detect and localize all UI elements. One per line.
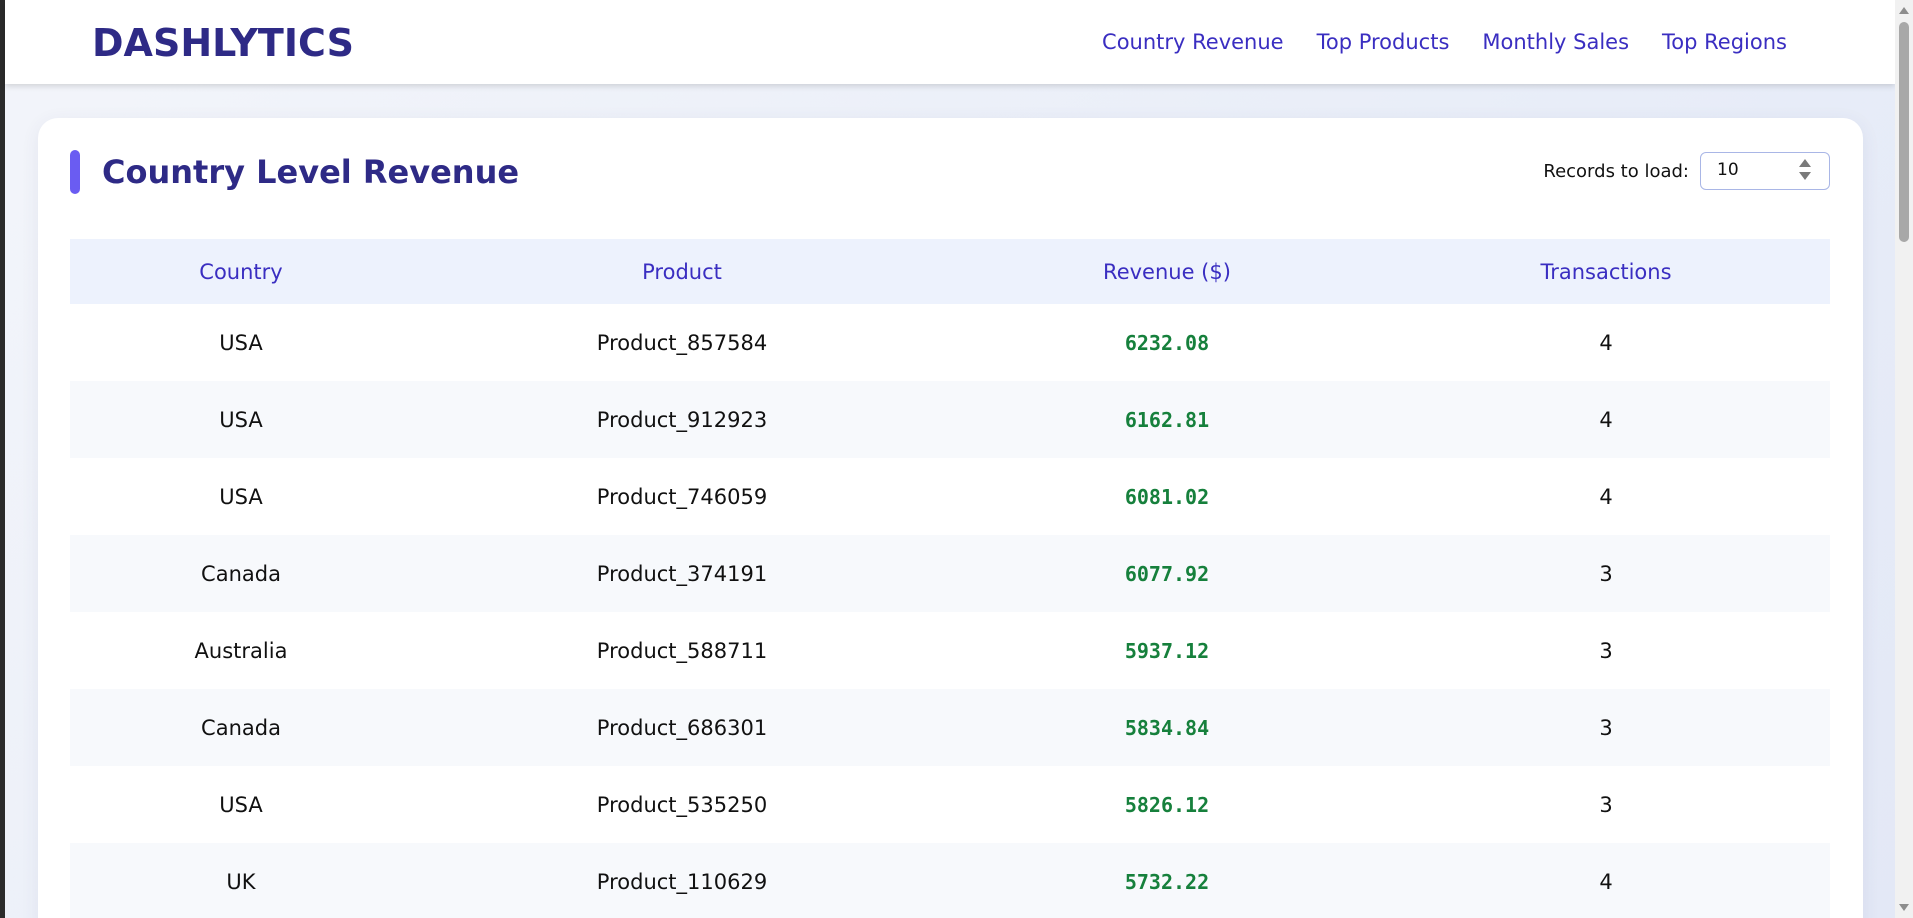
- cell-product: Product_746059: [412, 458, 952, 535]
- cell-product: Product_374191: [412, 535, 952, 612]
- cell-product: Product_686301: [412, 689, 952, 766]
- cell-country: Canada: [70, 535, 412, 612]
- table-row[interactable]: USA Product_857584 6232.08 4: [70, 304, 1830, 381]
- vertical-scrollbar[interactable]: [1895, 0, 1913, 918]
- window-edge: [0, 0, 5, 918]
- table-row[interactable]: UK Product_110629 5732.22 4: [70, 843, 1830, 918]
- cell-revenue: 5834.84: [952, 689, 1382, 766]
- nav-links: Country Revenue Top Products Monthly Sal…: [1102, 28, 1787, 56]
- column-header-product[interactable]: Product: [412, 239, 952, 304]
- cell-country: USA: [70, 766, 412, 843]
- cell-country: USA: [70, 458, 412, 535]
- cell-transactions: 4: [1382, 304, 1830, 381]
- cell-transactions: 4: [1382, 381, 1830, 458]
- column-header-revenue[interactable]: Revenue ($): [952, 239, 1382, 304]
- cell-product: Product_857584: [412, 304, 952, 381]
- table-header-row: Country Product Revenue ($) Transactions: [70, 239, 1830, 304]
- increment-arrow-icon[interactable]: [1799, 159, 1811, 167]
- table-row[interactable]: Australia Product_588711 5937.12 3: [70, 612, 1830, 689]
- cell-country: Australia: [70, 612, 412, 689]
- table-row[interactable]: USA Product_746059 6081.02 4: [70, 458, 1830, 535]
- stepper-controls: [1799, 159, 1811, 180]
- cell-transactions: 3: [1382, 612, 1830, 689]
- scrollbar-thumb[interactable]: [1899, 22, 1909, 242]
- column-header-transactions[interactable]: Transactions: [1382, 239, 1830, 304]
- brand-logo[interactable]: DASHLYTICS: [92, 20, 354, 66]
- nav-link-country-revenue[interactable]: Country Revenue: [1102, 28, 1284, 56]
- records-label: Records to load:: [1543, 160, 1689, 182]
- table-row[interactable]: Canada Product_686301 5834.84 3: [70, 689, 1830, 766]
- cell-transactions: 3: [1382, 689, 1830, 766]
- title-accent-bar: [70, 150, 80, 194]
- cell-revenue: 6077.92: [952, 535, 1382, 612]
- scroll-down-arrow-icon[interactable]: [1899, 904, 1909, 911]
- cell-revenue: 5826.12: [952, 766, 1382, 843]
- cell-transactions: 3: [1382, 535, 1830, 612]
- nav-link-monthly-sales[interactable]: Monthly Sales: [1482, 28, 1629, 56]
- cell-revenue: 6162.81: [952, 381, 1382, 458]
- records-control: Records to load:: [1543, 152, 1830, 190]
- column-header-country[interactable]: Country: [70, 239, 412, 304]
- nav-link-top-regions[interactable]: Top Regions: [1662, 28, 1787, 56]
- cell-product: Product_535250: [412, 766, 952, 843]
- scroll-up-arrow-icon[interactable]: [1899, 7, 1909, 14]
- cell-country: UK: [70, 843, 412, 918]
- table-row[interactable]: Canada Product_374191 6077.92 3: [70, 535, 1830, 612]
- cell-revenue: 6232.08: [952, 304, 1382, 381]
- cell-product: Product_912923: [412, 381, 952, 458]
- cell-revenue: 6081.02: [952, 458, 1382, 535]
- cell-transactions: 4: [1382, 843, 1830, 918]
- cell-transactions: 4: [1382, 458, 1830, 535]
- revenue-table: Country Product Revenue ($) Transactions…: [70, 239, 1830, 918]
- cell-revenue: 5732.22: [952, 843, 1382, 918]
- cell-product: Product_110629: [412, 843, 952, 918]
- decrement-arrow-icon[interactable]: [1799, 172, 1811, 180]
- top-navbar: DASHLYTICS Country Revenue Top Products …: [5, 0, 1895, 84]
- cell-country: Canada: [70, 689, 412, 766]
- table-row[interactable]: USA Product_912923 6162.81 4: [70, 381, 1830, 458]
- cell-product: Product_588711: [412, 612, 952, 689]
- cell-revenue: 5937.12: [952, 612, 1382, 689]
- cell-country: USA: [70, 381, 412, 458]
- revenue-card: Country Level Revenue Records to load: C…: [38, 118, 1863, 918]
- records-input[interactable]: [1701, 153, 1807, 187]
- page-title: Country Level Revenue: [102, 153, 520, 191]
- records-stepper[interactable]: [1700, 152, 1830, 190]
- table-row[interactable]: USA Product_535250 5826.12 3: [70, 766, 1830, 843]
- nav-link-top-products[interactable]: Top Products: [1317, 28, 1450, 56]
- cell-transactions: 3: [1382, 766, 1830, 843]
- cell-country: USA: [70, 304, 412, 381]
